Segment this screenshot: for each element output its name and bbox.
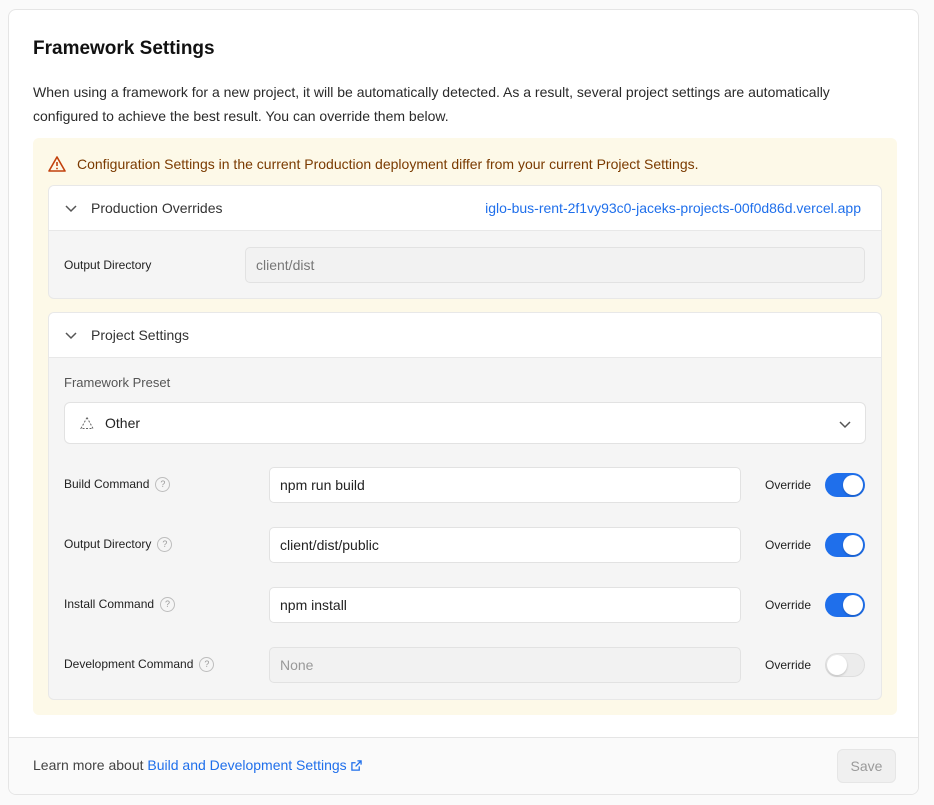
project-settings-title: Project Settings (91, 327, 190, 343)
page-title: Framework Settings (33, 38, 215, 59)
build-settings-docs-link[interactable]: Build and Development Settings (147, 757, 346, 773)
help-icon[interactable]: ? (199, 657, 215, 673)
production-overrides-title: Production Overrides (91, 200, 223, 216)
warning-triangle-icon (48, 156, 66, 172)
warning-text: Configuration Settings in the current Pr… (77, 156, 699, 172)
output-directory-field[interactable] (269, 527, 741, 563)
development-command-override-toggle[interactable] (825, 653, 865, 677)
project-settings-header[interactable]: Project Settings (49, 313, 881, 358)
framework-preset-label: Framework Preset (64, 375, 171, 390)
save-button[interactable]: Save (837, 749, 896, 783)
framework-preset-value: Other (105, 415, 141, 431)
install-command-label: Install Command? (64, 597, 176, 613)
deployment-link[interactable]: iglo-bus-rent-2f1vy93c0-jaceks-projects-… (485, 200, 861, 216)
framework-triangle-icon (80, 416, 94, 429)
chevron-down-icon (65, 205, 77, 213)
production-overrides-panel: Production Overrides iglo-bus-rent-2f1vy… (48, 185, 882, 299)
build-command-override-toggle[interactable] (825, 473, 865, 497)
framework-preset-select[interactable]: Other (64, 402, 866, 444)
override-label: Override (765, 478, 812, 492)
warning-banner: Configuration Settings in the current Pr… (33, 138, 897, 715)
production-output-directory-field (245, 247, 865, 283)
framework-settings-card: Framework Settings When using a framewor… (8, 9, 919, 795)
install-command-override-toggle[interactable] (825, 593, 865, 617)
chevron-down-icon (65, 332, 77, 340)
build-command-field[interactable] (269, 467, 741, 503)
override-label: Override (765, 538, 812, 552)
override-label: Override (765, 598, 812, 612)
development-command-field (269, 647, 741, 683)
help-icon[interactable]: ? (160, 597, 176, 613)
chevron-down-icon (839, 421, 851, 429)
project-settings-panel: Project Settings Framework Preset Other … (48, 312, 882, 700)
help-icon[interactable]: ? (157, 537, 173, 553)
install-command-field[interactable] (269, 587, 741, 623)
output-directory-label: Output Directory (64, 258, 152, 272)
development-command-label: Development Command? (64, 657, 215, 673)
override-label: Override (765, 658, 812, 672)
build-command-label: Build Command? (64, 477, 171, 493)
production-overrides-header[interactable]: Production Overrides iglo-bus-rent-2f1vy… (49, 186, 881, 231)
output-directory-override-toggle[interactable] (825, 533, 865, 557)
card-footer: Learn more about Build and Development S… (9, 737, 918, 794)
output-directory-label: Output Directory? (64, 537, 173, 553)
external-link-icon (350, 760, 362, 771)
footer-text: Learn more about Build and Development S… (33, 757, 362, 773)
help-icon[interactable]: ? (155, 477, 171, 493)
description: When using a framework for a new project… (33, 84, 830, 124)
